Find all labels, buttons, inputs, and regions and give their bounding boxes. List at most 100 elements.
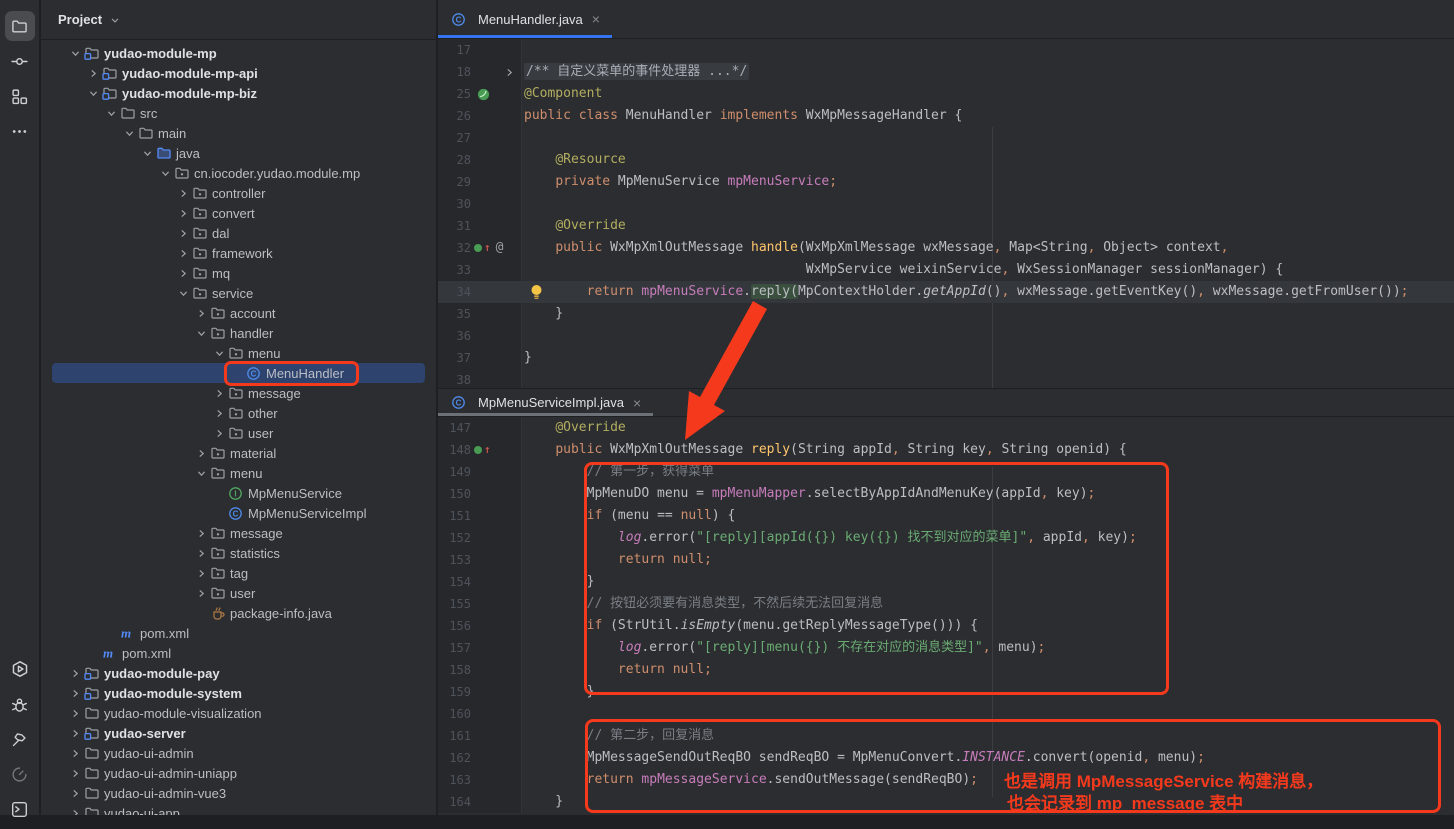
chevron-down-icon[interactable] bbox=[211, 348, 228, 359]
tree-item-java[interactable]: java bbox=[52, 143, 425, 163]
tab-menuhandler-java[interactable]: C MenuHandler.java × bbox=[438, 0, 612, 38]
project-folder-icon[interactable] bbox=[5, 11, 35, 41]
tree-item-statistics[interactable]: statistics bbox=[52, 543, 425, 563]
tree-item-message[interactable]: message bbox=[52, 383, 425, 403]
chevron-right-icon[interactable] bbox=[67, 788, 84, 799]
tree-item-yudao-module-visualization[interactable]: yudao-module-visualization bbox=[52, 703, 425, 723]
tree-item-mpmenuserviceimpl[interactable]: CMpMenuServiceImpl bbox=[52, 503, 425, 523]
chevron-right-icon[interactable] bbox=[193, 568, 210, 579]
more-icon[interactable] bbox=[5, 116, 35, 146]
tree-item-pom-xml[interactable]: mpom.xml bbox=[52, 623, 425, 643]
build-icon[interactable] bbox=[5, 724, 35, 754]
intention-bulb-icon[interactable] bbox=[530, 281, 543, 303]
tree-item-pom-xml[interactable]: mpom.xml bbox=[52, 643, 425, 663]
chevron-right-icon[interactable] bbox=[193, 448, 210, 459]
chevron-right-icon[interactable] bbox=[67, 728, 84, 739]
tree-item-handler[interactable]: handler bbox=[52, 323, 425, 343]
chevron-right-icon[interactable] bbox=[175, 228, 192, 239]
tree-item-menu[interactable]: menu bbox=[52, 343, 425, 363]
tree-item-material[interactable]: material bbox=[52, 443, 425, 463]
chevron-down-icon[interactable] bbox=[175, 288, 192, 299]
chevron-right-icon[interactable] bbox=[193, 308, 210, 319]
chevron-right-icon[interactable] bbox=[67, 768, 84, 779]
terminal-icon[interactable] bbox=[5, 794, 35, 824]
tree-item-tag[interactable]: tag bbox=[52, 563, 425, 583]
code-token: ; bbox=[704, 662, 712, 677]
structure-icon[interactable] bbox=[5, 81, 35, 111]
chevron-right-icon[interactable] bbox=[193, 588, 210, 599]
chevron-right-icon[interactable] bbox=[175, 248, 192, 259]
tree-item-mpmenuservice[interactable]: IMpMenuService bbox=[52, 483, 425, 503]
tree-item-menuhandler[interactable]: CMenuHandler bbox=[52, 363, 425, 383]
commit-icon[interactable] bbox=[5, 46, 35, 76]
tree-item-yudao-ui-app[interactable]: yudao-ui-app bbox=[52, 803, 425, 815]
tree-item-service[interactable]: service bbox=[52, 283, 425, 303]
tree-item-yudao-module-mp-biz[interactable]: yudao-module-mp-biz bbox=[52, 83, 425, 103]
tree-item-controller[interactable]: controller bbox=[52, 183, 425, 203]
chevron-right-icon[interactable] bbox=[211, 388, 228, 399]
services-icon[interactable] bbox=[5, 654, 35, 684]
fold-arrow-icon[interactable] bbox=[504, 61, 515, 83]
tree-item-message[interactable]: message bbox=[52, 523, 425, 543]
tree-item-mq[interactable]: mq bbox=[52, 263, 425, 283]
chevron-right-icon[interactable] bbox=[175, 208, 192, 219]
chevron-down-icon[interactable] bbox=[67, 48, 84, 59]
debug-icon[interactable] bbox=[5, 689, 35, 719]
package-icon bbox=[228, 345, 248, 361]
code-token: mpMenuService bbox=[641, 284, 743, 299]
tree-item-cn-iocoder-yudao-module-mp[interactable]: cn.iocoder.yudao.module.mp bbox=[52, 163, 425, 183]
chevron-right-icon[interactable] bbox=[211, 408, 228, 419]
chevron-right-icon[interactable] bbox=[67, 688, 84, 699]
chevron-down-icon[interactable] bbox=[103, 108, 120, 119]
close-icon[interactable]: × bbox=[631, 394, 643, 412]
tree-item-yudao-module-mp[interactable]: yudao-module-mp bbox=[52, 43, 425, 63]
project-panel-header[interactable]: Project bbox=[41, 0, 436, 40]
tree-item-yudao-ui-admin-uniapp[interactable]: yudao-ui-admin-uniapp bbox=[52, 763, 425, 783]
tree-item-yudao-module-system[interactable]: yudao-module-system bbox=[52, 683, 425, 703]
chevron-right-icon[interactable] bbox=[67, 748, 84, 759]
overrides-method-icon[interactable]: ↑@ bbox=[474, 237, 503, 259]
chevron-right-icon[interactable] bbox=[193, 528, 210, 539]
tree-item-yudao-ui-admin-vue3[interactable]: yudao-ui-admin-vue3 bbox=[52, 783, 425, 803]
chevron-right-icon[interactable] bbox=[193, 548, 210, 559]
tree-item-account[interactable]: account bbox=[52, 303, 425, 323]
chevron-right-icon[interactable] bbox=[67, 668, 84, 679]
chevron-down-icon[interactable] bbox=[139, 148, 156, 159]
chevron-down-icon[interactable] bbox=[193, 328, 210, 339]
chevron-right-icon[interactable] bbox=[67, 708, 84, 719]
class-icon: C bbox=[246, 366, 266, 381]
tree-item-yudao-server[interactable]: yudao-server bbox=[52, 723, 425, 743]
chevron-right-icon[interactable] bbox=[211, 428, 228, 439]
chevron-down-icon[interactable] bbox=[193, 468, 210, 479]
tree-item-other[interactable]: other bbox=[52, 403, 425, 423]
chevron-down-icon[interactable] bbox=[85, 88, 102, 99]
chevron-down-icon[interactable] bbox=[121, 128, 138, 139]
tree-item-yudao-module-pay[interactable]: yudao-module-pay bbox=[52, 663, 425, 683]
tree-item-user[interactable]: user bbox=[52, 423, 425, 443]
tree-item-menu[interactable]: menu bbox=[52, 463, 425, 483]
package-icon bbox=[192, 245, 212, 261]
overrides-method-icon[interactable]: ↑ bbox=[474, 439, 491, 461]
tree-item-src[interactable]: src bbox=[52, 103, 425, 123]
chevron-right-icon[interactable] bbox=[67, 808, 84, 816]
chevron-right-icon[interactable] bbox=[85, 68, 102, 79]
tree-item-label: menu bbox=[230, 466, 263, 481]
tree-item-package-info-java[interactable]: package-info.java bbox=[52, 603, 425, 623]
chevron-right-icon[interactable] bbox=[175, 188, 192, 199]
tree-item-yudao-module-mp-api[interactable]: yudao-module-mp-api bbox=[52, 63, 425, 83]
tree-item-convert[interactable]: convert bbox=[52, 203, 425, 223]
line-number: 164 bbox=[438, 791, 471, 813]
tab-mpmenuserviceimpl-java[interactable]: C MpMenuServiceImpl.java × bbox=[438, 389, 653, 416]
profiler-icon[interactable] bbox=[5, 759, 35, 789]
chevron-down-icon[interactable] bbox=[109, 14, 121, 26]
code-token: INSTANCE bbox=[962, 750, 1025, 765]
chevron-down-icon[interactable] bbox=[157, 168, 174, 179]
tree-item-framework[interactable]: framework bbox=[52, 243, 425, 263]
tree-item-dal[interactable]: dal bbox=[52, 223, 425, 243]
tree-item-user[interactable]: user bbox=[52, 583, 425, 603]
tree-item-yudao-ui-admin[interactable]: yudao-ui-admin bbox=[52, 743, 425, 763]
tree-item-main[interactable]: main bbox=[52, 123, 425, 143]
chevron-right-icon[interactable] bbox=[175, 268, 192, 279]
spring-bean-icon[interactable] bbox=[477, 83, 490, 105]
close-icon[interactable]: × bbox=[590, 10, 602, 28]
